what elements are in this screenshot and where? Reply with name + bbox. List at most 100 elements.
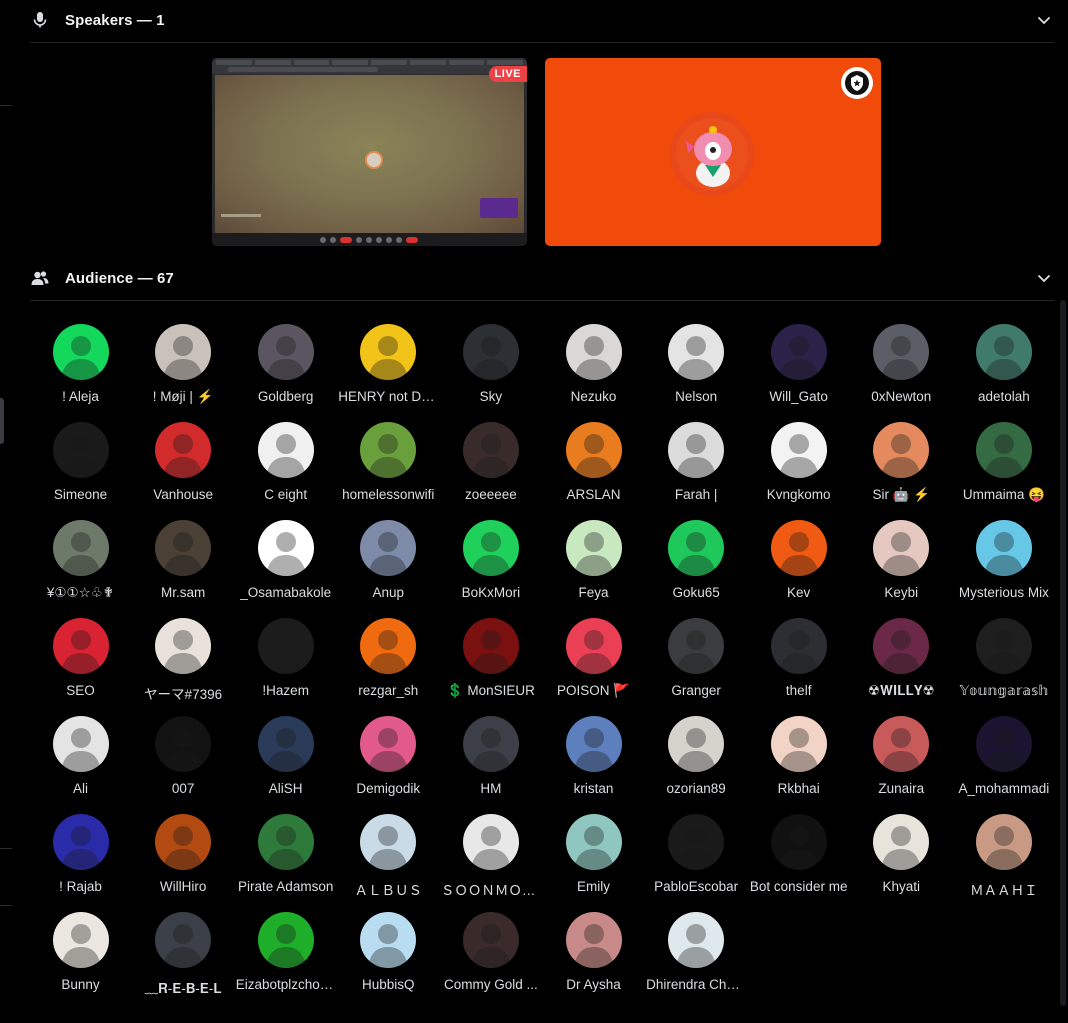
avatar-character-icon [873,422,930,478]
audience-member-name: Bot consider me [749,879,848,894]
audience-member[interactable]: Simeone [29,414,132,502]
audience-member[interactable]: ozorian89 [645,708,748,796]
audience-member[interactable]: Bot consider me [747,806,850,894]
audience-member[interactable]: SEO [29,610,132,698]
audience-member[interactable]: ☢𝐖𝐈𝐋𝐋𝐘☢ [850,610,953,698]
audience-member[interactable]: AliSH [234,708,337,796]
audience-member[interactable]: WillHiro [132,806,235,894]
audience-member[interactable]: Farah | [645,414,748,502]
audience-member[interactable]: Ummaima 😝 [952,414,1055,502]
audience-member[interactable]: Commy Gold ... [439,904,542,992]
audience-member[interactable]: ! Møji | ⚡ [132,316,235,404]
audience-member[interactable]: PabloEscobar [645,806,748,894]
audience-member[interactable]: Kev [747,512,850,600]
audience-member[interactable]: homelessonwifi [337,414,440,502]
audience-member[interactable]: Demigodik [337,708,440,796]
avatar-silhouette-icon [360,912,417,968]
avatar-character-icon [155,324,212,380]
audience-member[interactable]: Sir 🤖 ⚡ [850,414,953,502]
audience-member[interactable]: adetolah [952,316,1055,404]
audience-member-name: thelf [785,683,812,698]
audience-member[interactable]: rezgar_sh [337,610,440,698]
audience-member[interactable]: Eizabotplzchooseme [234,904,337,992]
audience-member-name: 007 [171,781,195,796]
audience-member[interactable]: !Hazem [234,610,337,698]
audience-member[interactable]: Granger [645,610,748,698]
audience-member[interactable]: Dr Aysha [542,904,645,992]
audience-member[interactable]: Will_Gato [747,316,850,404]
audience-member[interactable]: ! Rajab [29,806,132,894]
audience-member[interactable]: HM [439,708,542,796]
audience-member[interactable]: Nelson [645,316,748,404]
audience-member[interactable]: Feya [542,512,645,600]
audience-member[interactable]: Zunaira [850,708,953,796]
audience-member[interactable]: Goku65 [645,512,748,600]
audience-member[interactable]: thelf [747,610,850,698]
speaker-voice-tile[interactable] [545,58,881,246]
avatar-anime-icon [360,520,417,576]
collapse-speakers-chevron-icon[interactable] [1036,12,1052,28]
avatar-character-icon [360,618,417,674]
audience-member[interactable]: Khyati [850,806,953,894]
avatar-character-icon [770,422,827,478]
audience-member-name: BoKxMori [461,585,521,600]
avatar-photo-icon [462,422,519,478]
audience-member[interactable]: 007 [132,708,235,796]
audience-member[interactable]: kristan [542,708,645,796]
audience-member[interactable]: HENRY not DEAD [337,316,440,404]
audience-member-name: _Osamabakole [240,585,332,600]
audience-member[interactable]: HubbisQ [337,904,440,992]
audience-member-name: 0xNewton [871,389,932,404]
audience-member[interactable]: _Osamabakole [234,512,337,600]
audience-member[interactable]: Goldberg [234,316,337,404]
audience-member[interactable]: Ali [29,708,132,796]
audience-member-name: HM [480,781,502,796]
audience-member[interactable]: 𝕐𝕠𝕦𝕟𝕘𝕒𝕣𝕒𝕤𝕙 [952,610,1055,698]
audience-member[interactable]: Anup [337,512,440,600]
audience-member-name: HENRY not DEAD [338,389,439,404]
audience-member[interactable]: 0xNewton [850,316,953,404]
speaker-stream-tile[interactable]: LIVE [212,58,527,246]
audience-member[interactable]: 💲 MonSIEUR [439,610,542,698]
avatar-character-icon [257,716,314,772]
audience-member[interactable]: ARSLAN [542,414,645,502]
audience-member[interactable]: Nezuko [542,316,645,404]
audience-member[interactable]: Mysterious Mix [952,512,1055,600]
audience-member[interactable]: C eight [234,414,337,502]
audience-member[interactable]: ! Aleja [29,316,132,404]
audience-member-name: zoeeeee [464,487,517,502]
avatar-anime-icon [52,520,109,576]
avatar-anime-icon [668,716,725,772]
audience-member[interactable]: POISON 🚩 [542,610,645,698]
audience-member[interactable]: Dhirendra Chouhan [645,904,748,992]
audience-member[interactable]: zoeeeee [439,414,542,502]
audience-member[interactable]: ＡＬＢＵＳ [337,806,440,898]
audience-member[interactable]: Pirate Adamson [234,806,337,894]
collapse-audience-chevron-icon[interactable] [1036,270,1052,286]
audience-member-name: ＡＬＢＵＳ [354,883,423,898]
audience-member[interactable]: Rkbhai [747,708,850,796]
audience-member[interactable]: BoKxMori [439,512,542,600]
speakers-title: Speakers — 1 [65,11,165,29]
people-icon [30,268,50,288]
audience-member[interactable]: A_mohammadi [952,708,1055,796]
audience-member[interactable]: Kvngkomo [747,414,850,502]
avatar-anime-icon [565,324,622,380]
audience-member[interactable]: ＭＡＡＨＩ [952,806,1055,898]
audience-member-name: AliSH [268,781,303,796]
audience-member[interactable]: Bunny [29,904,132,992]
audience-member[interactable]: Mr.sam [132,512,235,600]
panel-resize-handle[interactable] [0,398,4,444]
audience-member[interactable]: ﹏𝐑-𝐄-𝐁-𝐄-𝐋 [132,904,235,996]
audience-member[interactable]: Keybi [850,512,953,600]
avatar-character-icon [360,422,417,478]
avatar-character-icon [52,422,109,478]
audience-member[interactable]: Vanhouse [132,414,235,502]
audience-member[interactable]: ¥①①☆♧✟ [29,512,132,600]
avatar-character-icon [52,814,109,870]
audience-member[interactable]: Emily [542,806,645,894]
audience-member[interactable]: ＳＯＯＮＭＯＯＮ ⬢ [439,806,542,898]
audience-member[interactable]: ヤーマ#7396 [132,610,235,702]
audience-member[interactable]: Sky [439,316,542,404]
scrollbar[interactable] [1060,300,1066,1006]
